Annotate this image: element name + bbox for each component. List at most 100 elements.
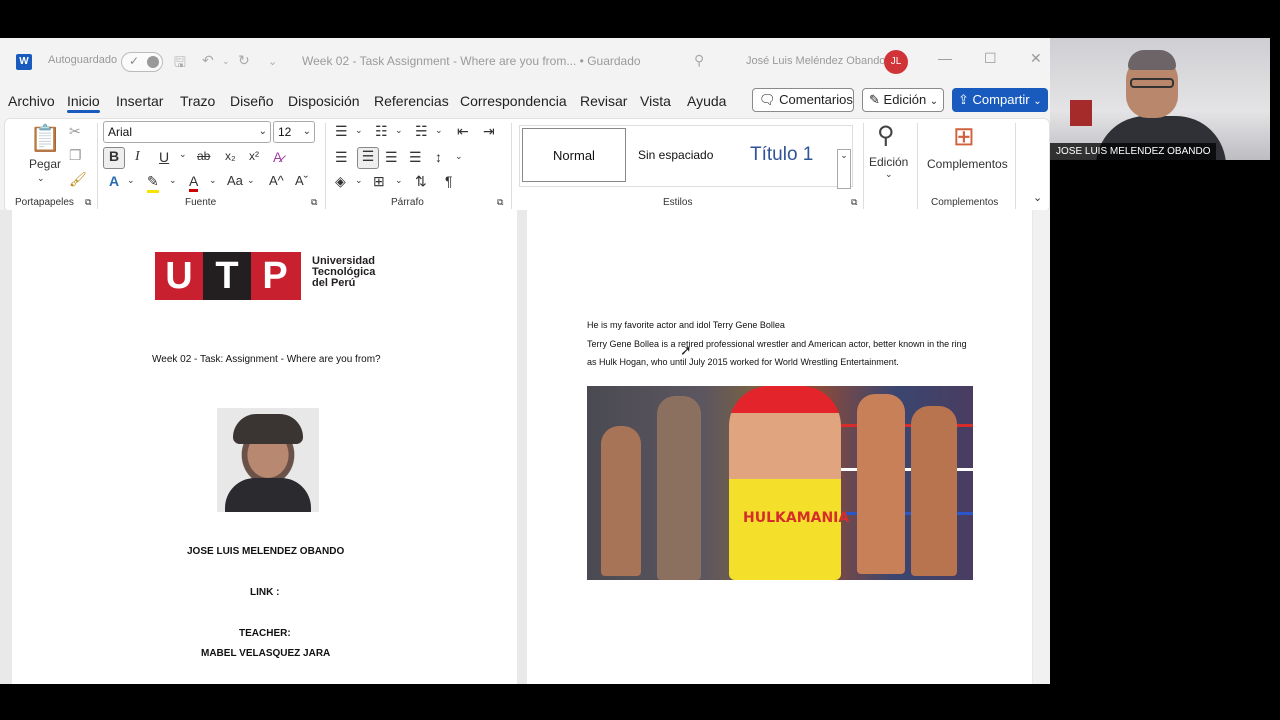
font-name-value: Arial (108, 125, 133, 139)
paste-label[interactable]: Pegar (29, 157, 61, 171)
font-name-box[interactable]: Arial ⌄ (103, 121, 271, 143)
avatar[interactable]: JL (884, 50, 908, 74)
text-effects-icon[interactable]: A (109, 173, 119, 189)
paste-icon[interactable]: 📋 (29, 123, 61, 154)
clear-formatting-icon[interactable]: A̷ (273, 149, 282, 165)
editing-mode-label: Edición (883, 92, 927, 107)
align-left-icon[interactable]: ☰ (335, 149, 348, 166)
close-icon[interactable]: ✕ (1030, 50, 1042, 67)
line-spacing-icon[interactable]: ↕ (435, 149, 442, 165)
chevron-down-icon[interactable]: ⌄ (455, 151, 463, 162)
style-no-spacing[interactable]: Sin espaciado (638, 126, 713, 184)
redo-icon[interactable]: ↻ (238, 52, 250, 69)
copy-icon[interactable]: ❐ (69, 147, 82, 164)
tab-diseno[interactable]: Diseño (230, 93, 274, 109)
separator (97, 123, 98, 209)
tab-referencias[interactable]: Referencias (374, 93, 449, 109)
numbering-icon[interactable]: ☷ (375, 123, 388, 140)
magnifier-icon[interactable]: ⚲ (877, 121, 895, 150)
editing-mode-button[interactable]: ✎ Edición ⌄ (862, 88, 944, 112)
font-size-value: 12 (278, 125, 292, 139)
undo-dropdown-icon[interactable]: ⌄ (222, 56, 230, 67)
editing-label[interactable]: Edición (869, 155, 908, 169)
search-icon[interactable]: ⚲ (694, 52, 704, 69)
chevron-down-icon[interactable]: ⌄ (355, 125, 363, 136)
chevron-down-icon[interactable]: ⌄ (395, 175, 403, 186)
format-painter-icon[interactable]: 🖌 (69, 171, 87, 188)
minimize-icon[interactable]: — (938, 50, 952, 66)
tab-trazo[interactable]: Trazo (180, 93, 215, 109)
shading-icon[interactable]: ◈ (335, 173, 346, 190)
chevron-down-icon[interactable]: ⌄ (127, 175, 135, 186)
font-color-icon[interactable]: A (189, 173, 199, 192)
style-heading-1[interactable]: Título 1 (750, 126, 813, 184)
chevron-down-icon[interactable]: ⌄ (885, 169, 893, 180)
tab-correspondencia[interactable]: Correspondencia (460, 93, 567, 109)
tab-inicio[interactable]: Inicio (67, 93, 100, 113)
styles-more-button[interactable]: ⌄ (837, 149, 851, 189)
chevron-down-icon[interactable]: ⌄ (395, 125, 403, 136)
ribbon: 📋 Pegar ⌄ ✂ ❐ 🖌 Portapapeles ⧉ Arial ⌄ 12… (4, 118, 1050, 212)
tab-vista[interactable]: Vista (640, 93, 671, 109)
bullets-icon[interactable]: ☰ (335, 123, 348, 140)
show-formatting-icon[interactable]: ¶ (445, 173, 453, 189)
wrestling-image[interactable]: HULKAMANIA (587, 386, 973, 580)
subscript-icon[interactable]: x₂ (225, 149, 236, 163)
dialog-launcher-icon[interactable]: ⧉ (497, 197, 503, 208)
justify-icon[interactable]: ☰ (409, 149, 422, 166)
tab-disposicion[interactable]: Disposición (288, 93, 360, 109)
dialog-launcher-icon[interactable]: ⧉ (851, 197, 857, 208)
share-button[interactable]: ⇪ Compartir ⌄ (952, 88, 1048, 112)
strikethrough-icon[interactable]: ab (197, 149, 210, 163)
align-center-icon[interactable]: ☰ (357, 147, 379, 169)
tab-archivo[interactable]: Archivo (8, 93, 55, 109)
highlight-icon[interactable]: ✎ (147, 173, 159, 193)
cut-icon[interactable]: ✂ (69, 123, 81, 140)
addins-label[interactable]: Complementos (927, 157, 1008, 171)
chevron-down-icon[interactable]: ⌄ (247, 175, 255, 186)
bold-icon[interactable]: B (103, 147, 125, 169)
title-bar: W Autoguardado ✓ 🖫 ↶ ⌄ ↻ ⌄ Week 02 - Tas… (0, 38, 1050, 84)
chevron-down-icon[interactable]: ⌄ (435, 125, 443, 136)
addins-icon[interactable]: ⊞ (953, 121, 975, 152)
align-right-icon[interactable]: ☰ (385, 149, 398, 166)
font-size-box[interactable]: 12 ⌄ (273, 121, 315, 143)
autosave-toggle[interactable]: ✓ (121, 52, 163, 72)
comments-button[interactable]: 🗨 Comentarios (752, 88, 854, 112)
share-icon: ⇪ (958, 92, 969, 107)
underline-icon[interactable]: U (159, 149, 169, 165)
undo-icon[interactable]: ↶ (202, 52, 214, 69)
multilevel-list-icon[interactable]: ☵ (415, 123, 428, 140)
grow-font-icon[interactable]: A^ (269, 173, 284, 188)
customize-toolbar-icon[interactable]: ⌄ (268, 55, 277, 68)
superscript-icon[interactable]: x² (249, 149, 259, 163)
save-icon[interactable]: 🖫 (174, 52, 186, 76)
chevron-down-icon[interactable]: ⌄ (355, 175, 363, 186)
chevron-down-icon[interactable]: ⌄ (209, 175, 217, 186)
borders-icon[interactable]: ⊞ (373, 173, 385, 190)
document-title[interactable]: Week 02 - Task Assignment - Where are yo… (302, 54, 641, 68)
style-normal[interactable]: Normal (522, 128, 626, 182)
page-right[interactable]: He is my favorite actor and idol Terry G… (527, 210, 1032, 684)
sort-icon[interactable]: ⇅ (415, 173, 427, 190)
shrink-font-icon[interactable]: Aˇ (295, 173, 308, 188)
change-case-icon[interactable]: Aa (227, 173, 243, 188)
chevron-down-icon[interactable]: ⌄ (169, 175, 177, 186)
check-icon: ✓ (129, 54, 140, 68)
dialog-launcher-icon[interactable]: ⧉ (311, 197, 317, 208)
vertical-scrollbar[interactable] (1033, 210, 1050, 684)
tab-ayuda[interactable]: Ayuda (687, 93, 726, 109)
italic-icon[interactable]: I (135, 149, 140, 165)
hulk-hogan-figure: HULKAMANIA (729, 386, 849, 580)
decrease-indent-icon[interactable]: ⇤ (457, 123, 469, 140)
chevron-down-icon[interactable]: ⌄ (37, 173, 45, 184)
chevron-down-icon[interactable]: ⌄ (179, 149, 187, 160)
increase-indent-icon[interactable]: ⇥ (483, 123, 495, 140)
tab-revisar[interactable]: Revisar (580, 93, 627, 109)
dialog-launcher-icon[interactable]: ⧉ (85, 197, 91, 208)
collapse-ribbon-icon[interactable]: ⌄ (1033, 191, 1042, 204)
tab-insertar[interactable]: Insertar (116, 93, 163, 109)
page-left[interactable]: U T P Universidad Tecnológica del Perú W… (12, 210, 517, 684)
maximize-icon[interactable]: ☐ (984, 50, 997, 67)
autosave-label: Autoguardado (48, 54, 118, 66)
